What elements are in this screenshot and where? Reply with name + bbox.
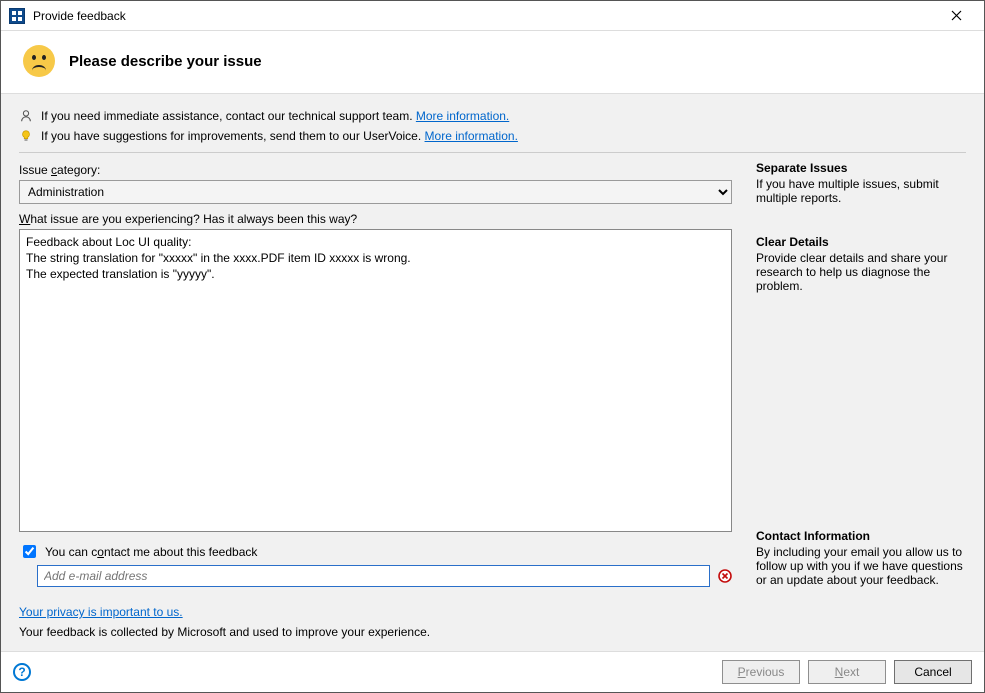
privacy-note: Your feedback is collected by Microsoft … bbox=[19, 625, 966, 639]
close-button[interactable] bbox=[936, 2, 976, 30]
window-title: Provide feedback bbox=[33, 9, 126, 23]
dialog-header: Please describe your issue bbox=[1, 31, 984, 94]
tip-contact-body: By including your email you allow us to … bbox=[756, 545, 966, 587]
support-info-text: If you need immediate assistance, contac… bbox=[41, 109, 509, 123]
next-button[interactable]: Next bbox=[808, 660, 886, 684]
previous-button[interactable]: Previous bbox=[722, 660, 800, 684]
tip-clear-heading: Clear Details bbox=[756, 235, 966, 249]
category-select[interactable]: Administration bbox=[19, 180, 732, 204]
close-icon bbox=[951, 10, 962, 21]
issue-textarea[interactable] bbox=[19, 229, 732, 532]
contact-me-checkbox[interactable] bbox=[23, 545, 36, 558]
tips-panel: Separate Issues If you have multiple iss… bbox=[756, 161, 966, 587]
dialog-footer: ? Previous Next Cancel bbox=[1, 651, 984, 692]
help-button[interactable]: ? bbox=[13, 663, 31, 681]
privacy-link[interactable]: Your privacy is important to us. bbox=[19, 605, 183, 619]
lightbulb-icon bbox=[19, 129, 33, 143]
feedback-dialog: Provide feedback Please describe your is… bbox=[0, 0, 985, 693]
page-title: Please describe your issue bbox=[69, 53, 262, 70]
uservoice-info-text: If you have suggestions for improvements… bbox=[41, 129, 518, 143]
titlebar: Provide feedback bbox=[1, 1, 984, 31]
issue-label: What issue are you experiencing? Has it … bbox=[19, 212, 732, 226]
support-info-row: If you need immediate assistance, contac… bbox=[19, 106, 966, 126]
app-icon bbox=[9, 8, 25, 24]
uservoice-more-link[interactable]: More information. bbox=[425, 129, 518, 143]
sad-face-icon bbox=[23, 45, 55, 77]
tip-separate-body: If you have multiple issues, submit mult… bbox=[756, 177, 966, 205]
tip-clear-body: Provide clear details and share your res… bbox=[756, 251, 966, 293]
dialog-body: If you need immediate assistance, contac… bbox=[1, 94, 984, 651]
error-icon bbox=[718, 569, 732, 583]
contact-me-label: You can contact me about this feedback bbox=[45, 545, 257, 559]
tip-contact-heading: Contact Information bbox=[756, 529, 966, 543]
tip-separate-heading: Separate Issues bbox=[756, 161, 966, 175]
category-label: Issue category: bbox=[19, 163, 732, 177]
email-input[interactable] bbox=[37, 565, 710, 587]
support-more-link[interactable]: More information. bbox=[416, 109, 509, 123]
person-icon bbox=[19, 109, 33, 123]
cancel-button[interactable]: Cancel bbox=[894, 660, 972, 684]
uservoice-info-row: If you have suggestions for improvements… bbox=[19, 126, 966, 146]
